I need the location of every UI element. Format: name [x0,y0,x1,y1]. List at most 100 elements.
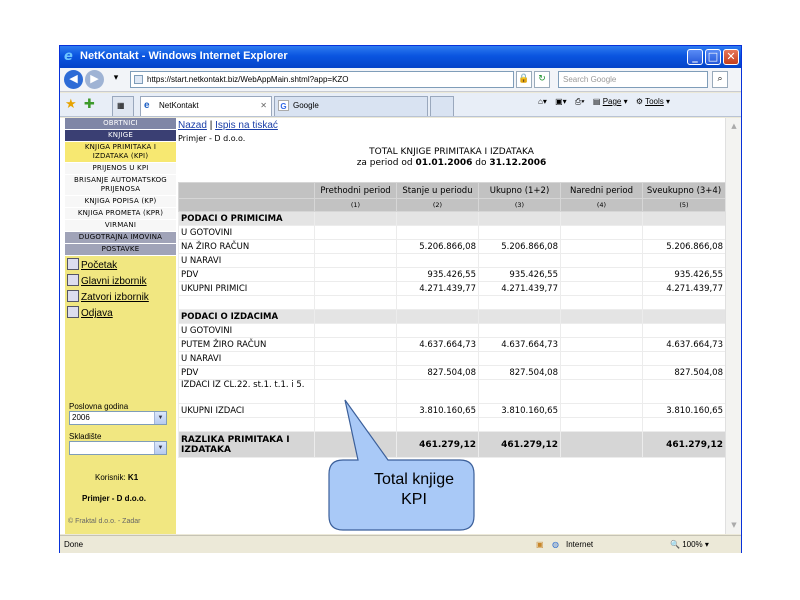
back-link[interactable]: Nazad [178,120,207,131]
warehouse-select[interactable]: ▼ [69,441,167,455]
address-bar[interactable]: https://start.netkontakt.biz/WebAppMain.… [130,71,514,88]
tools-menu[interactable]: ⚙ Tools ▾ [636,97,670,106]
user-value: K1 [127,473,139,482]
sidebar-menu-item[interactable]: KNJIGA PROMETA (KPR) [65,208,176,220]
company-name: Primjer - D d.o.o. [178,134,246,143]
value-cell [642,323,726,338]
window-title: NetKontakt - Windows Internet Explorer [80,50,288,62]
value-cell: 935.426,55 [478,267,561,282]
new-tab-button[interactable] [430,96,454,116]
sidebar-menu-item[interactable]: KNJIGA PRIMITAKA I IZDATAKA (KPI) [65,142,176,163]
row-label: U GOTOVINI [178,323,315,338]
row-label: U NARAVI [178,253,315,268]
sidebar-link-zatvori-izbornik[interactable]: Zatvori izbornik [67,290,149,305]
table-row: PODACI O IZDACIMA [178,309,726,324]
table-row: NA ŽIRO RAČUN 5.206.866,08 5.206.866,08 5.2… [178,239,726,254]
value-cell [396,309,479,324]
refresh-button[interactable]: ↻ [534,71,550,88]
sidebar-menu-item[interactable]: KNJIGA POPISA (KP) [65,196,176,208]
zoom-value: 100% [682,540,703,549]
value-cell [478,379,561,404]
sidebar-link-odjava[interactable]: Odjava [67,306,113,321]
column-number: (5) [642,198,726,212]
scroll-up-icon[interactable]: ▲ [727,119,741,133]
value-cell: 3.810.160,65 [478,403,561,418]
column-number: (2) [396,198,479,212]
value-cell [642,417,726,432]
zoom-control[interactable]: 🔍 100% ▾ [670,536,709,553]
value-cell [396,211,479,226]
sidebar-menu-item[interactable]: DUGOTRAJNA IMOVINA [65,232,176,244]
history-dropdown-icon[interactable]: ▾ [108,71,124,88]
value-cell [560,253,643,268]
column-header: Naredni period [560,182,643,199]
home-icon[interactable]: ⌂▾ [538,97,547,106]
table-subheader-row: (1) (2) (3) (4) (5) [178,198,726,212]
value-cell [560,211,643,226]
lock-icon[interactable]: 🔒 [516,71,532,88]
ie-logo-icon: e [64,49,73,64]
search-button[interactable]: ⌕ [712,71,728,88]
quick-tabs-button[interactable]: ▦ [112,96,134,116]
row-label [178,295,315,310]
column-header: Stanje u periodu [396,182,479,199]
home-page-icon [67,258,79,270]
google-tab-icon: G [278,100,289,111]
column-number: (4) [560,198,643,212]
sidebar-section-knjige[interactable]: KNJIGE [65,130,176,142]
value-cell [478,253,561,268]
tab-google[interactable]: G Google [274,96,428,116]
globe-icon: ◍ [552,540,559,549]
value-cell [314,403,397,418]
company-label: Primjer - D d.o.o. [82,494,147,503]
print-link[interactable]: Ispis na tiskać [215,120,278,131]
row-label: PDV [178,365,315,380]
feeds-icon[interactable]: ▣▾ [555,97,567,106]
value-cell [396,351,479,366]
zone-text: Internet [566,540,594,549]
value-cell [314,253,397,268]
row-label: U GOTOVINI [178,225,315,240]
value-cell: 827.504,08 [396,365,479,380]
forward-button[interactable]: ▶ [85,70,104,89]
value-cell [560,403,643,418]
value-cell [560,365,643,380]
favorites-star-icon[interactable]: ★ [65,97,77,112]
year-select[interactable]: 2006 ▼ [69,411,167,425]
value-cell [560,295,643,310]
report-table: Prethodni period Stanje u periodu Ukupno (… [178,182,726,458]
sidebar-link-pocetak[interactable]: Početak [67,258,117,273]
value-cell [560,225,643,240]
close-button[interactable]: ✕ [723,49,739,65]
sidebar-menu-item[interactable]: BRISANJE AUTOMATSKOG PRIJENOSA [65,175,176,196]
popup-icon[interactable]: ▣ [536,536,544,553]
logout-icon [67,306,79,318]
sidebar-menu-item[interactable]: POSTAVKE [65,244,176,256]
value-cell [560,379,643,404]
value-cell: 4.637.664,73 [396,337,479,352]
back-button[interactable]: ◀ [64,70,83,89]
report-title: TOTAL KNJIGE PRIMITAKA I IZDATAKA za per… [178,147,725,169]
tab-google-label: Google [293,101,319,110]
report-period: za period od 01.01.2006 do 31.12.2006 [178,158,725,169]
sidebar-menu-item[interactable]: PRIJENOS U KPI [65,163,176,175]
table-row: PUTEM ŽIRO RAČUN 4.637.664,73 4.637.664,73… [178,337,726,352]
tab-close-icon[interactable]: ✕ [260,97,267,115]
scrollbar[interactable]: ▲ ▼ [725,118,741,534]
print-icon[interactable]: ⎙▾ [575,97,585,106]
maximize-button[interactable]: □ [705,49,721,65]
page-menu[interactable]: ▤ Page ▾ [593,97,628,106]
minimize-button[interactable]: _ [687,49,703,65]
value-cell: 461.279,12 [396,431,479,458]
tab-netkontakt[interactable]: e NetKontakt ✕ [140,96,272,116]
value-cell [642,309,726,324]
sidebar-link-glavni-izbornik[interactable]: Glavni izbornik [67,274,147,289]
search-input[interactable]: Search Google [558,71,708,88]
value-cell [314,379,397,404]
period-to: 31.12.2006 [489,158,547,168]
sidebar-menu-item[interactable]: VIRMANI [65,220,176,232]
row-label: NA ŽIRO RAČUN [178,239,315,254]
scroll-down-icon[interactable]: ▼ [727,518,741,532]
value-cell: 5.206.866,08 [642,239,726,254]
add-favorites-icon[interactable]: ✚ [84,97,95,112]
